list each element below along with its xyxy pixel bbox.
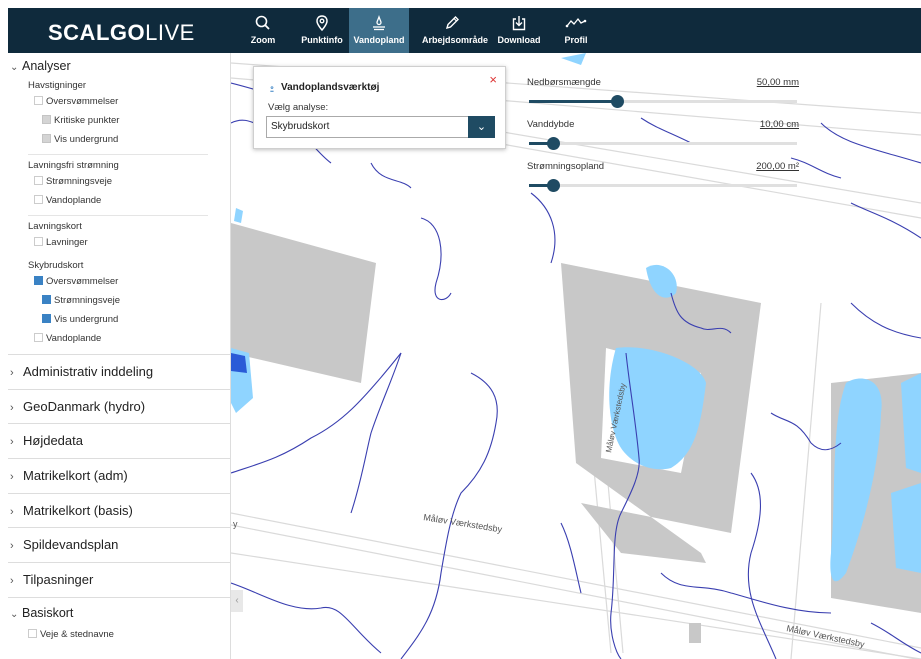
parameter-sliders: Nedbørsmængde 50,00 mm Vanddybde 10,00 c… xyxy=(525,73,799,201)
punktinfo-tool-button[interactable]: Punktinfo xyxy=(292,8,352,53)
divider xyxy=(28,154,208,155)
section-basiskort[interactable]: ⌄ Basiskort xyxy=(8,606,230,622)
slider-vanddybde: Vanddybde 10,00 cm xyxy=(525,115,799,159)
scalgo-logo: SCALGOLIVE xyxy=(48,20,195,45)
checkbox-icon xyxy=(28,628,37,638)
section-analyser[interactable]: ⌄ Analyser xyxy=(8,59,230,75)
analysis-select-label: Vælg analyse: xyxy=(268,102,329,113)
divider xyxy=(28,215,208,216)
group-title: Lavningsfri strømning xyxy=(28,160,119,171)
chevron-down-icon: ⌄ xyxy=(10,62,19,73)
layer-checkbox-item[interactable]: Strømningsveje xyxy=(8,172,230,191)
section-geodanmark-hydro[interactable]: › GeoDanmark (hydro) xyxy=(8,388,230,424)
layer-checkbox-item[interactable]: Lavninger xyxy=(8,233,230,252)
chevron-down-icon: ⌄ xyxy=(10,608,19,620)
layer-checkbox-item[interactable]: Vis undergrund xyxy=(8,310,230,329)
slider-track[interactable] xyxy=(529,95,797,108)
slider-fill xyxy=(529,100,618,103)
arbejdsomraade-tool-button[interactable]: Arbejdsområde xyxy=(422,8,488,53)
layer-checkbox-item[interactable]: Oversvømmelser xyxy=(8,92,230,111)
checkbox-icon xyxy=(42,134,51,143)
water-drop-icon: ⍛ xyxy=(269,82,275,93)
group-title: Skybrudskort xyxy=(28,260,84,271)
section-administrativ-inddeling[interactable]: › Administrativ inddeling xyxy=(8,354,230,389)
collapse-sidebar-tab[interactable]: ‹ xyxy=(231,590,243,612)
slider-value[interactable]: 10,00 cm xyxy=(760,119,799,130)
chevron-down-icon[interactable]: ⌄ xyxy=(468,116,495,138)
checkbox-icon xyxy=(34,176,43,185)
layer-checkbox-item[interactable]: Vis undergrund xyxy=(8,130,230,149)
layer-checkbox-item[interactable]: Veje & stednavne xyxy=(8,625,230,644)
slider-track[interactable] xyxy=(529,137,797,150)
street-label: Måløv Værkstedsby xyxy=(423,512,504,534)
slider-stroemningsopland: Strømningsopland 200,00 m² xyxy=(525,157,799,201)
checkbox-icon xyxy=(42,314,51,323)
group-title: Lavningskort xyxy=(28,221,82,232)
layer-checkbox-item[interactable]: Kritiske punkter xyxy=(8,111,230,130)
slider-handle[interactable] xyxy=(547,179,561,192)
profil-tool-button[interactable]: Profil xyxy=(546,8,606,53)
slider-handle[interactable] xyxy=(547,137,561,150)
chevron-right-icon: › xyxy=(10,505,14,518)
slider-handle[interactable] xyxy=(611,95,625,108)
group-title: Havstigninger xyxy=(28,80,87,91)
checkbox-icon xyxy=(42,115,51,124)
vandopland-tool-button[interactable]: Vandopland xyxy=(349,8,409,53)
search-icon xyxy=(255,15,270,30)
chevron-right-icon: › xyxy=(10,367,14,379)
checkbox-icon xyxy=(34,333,43,342)
layer-checkbox-item[interactable]: Vandoplande xyxy=(8,329,230,348)
checkbox-icon xyxy=(34,276,43,285)
slider-value[interactable]: 50,00 mm xyxy=(757,77,799,88)
checkbox-icon xyxy=(34,237,43,246)
checkbox-icon xyxy=(34,195,43,204)
slider-value[interactable]: 200,00 m² xyxy=(756,161,799,172)
vandopland-panel: ⍛ Vandoplandsværktøj × Vælg analyse: Skyb… xyxy=(253,66,506,149)
layer-checkbox-item[interactable]: Oversvømmelser xyxy=(8,272,230,291)
layer-sidebar: ⌄ Analyser Havstigninger Oversvømmelser K… xyxy=(8,53,231,659)
water-drop-icon xyxy=(373,14,385,31)
checkbox-icon xyxy=(42,295,51,304)
layer-checkbox-item[interactable]: Vandoplande xyxy=(8,191,230,210)
slider-track[interactable] xyxy=(529,179,797,192)
close-icon[interactable]: × xyxy=(489,72,497,87)
section-matrikelkort-adm[interactable]: › Matrikelkort (adm) xyxy=(8,458,230,493)
chevron-right-icon: › xyxy=(10,575,14,588)
layer-checkbox-item[interactable]: Strømningsveje xyxy=(8,291,230,310)
profile-icon xyxy=(565,17,587,28)
analysis-select[interactable]: Skybrudskort ⌄ xyxy=(266,116,495,138)
chevron-right-icon: › xyxy=(10,471,14,484)
chevron-right-icon: › xyxy=(10,540,14,553)
zoom-tool-button[interactable]: Zoom xyxy=(233,8,293,53)
chevron-right-icon: › xyxy=(10,401,14,414)
section-tilpasninger[interactable]: › Tilpasninger xyxy=(8,562,230,597)
pencil-icon xyxy=(445,16,459,30)
svg-text:y: y xyxy=(233,519,238,529)
download-icon xyxy=(512,16,526,31)
panel-title: Vandoplandsværktøj xyxy=(281,82,380,93)
slider-nedboersmaengde: Nedbørsmængde 50,00 mm xyxy=(525,73,799,117)
section-spildevandsplan[interactable]: › Spildevandsplan xyxy=(8,527,230,562)
section-matrikelkort-basis[interactable]: › Matrikelkort (basis) xyxy=(8,492,230,528)
section-hoejdedata[interactable]: › Højdedata xyxy=(8,423,230,458)
checkbox-icon xyxy=(34,96,43,105)
map-pin-icon xyxy=(316,15,328,32)
download-tool-button[interactable]: Download xyxy=(489,8,549,53)
top-toolbar: SCALGOLIVE Zoom Punktinfo Vandopland Arb… xyxy=(8,8,921,53)
chevron-right-icon: › xyxy=(10,436,14,449)
